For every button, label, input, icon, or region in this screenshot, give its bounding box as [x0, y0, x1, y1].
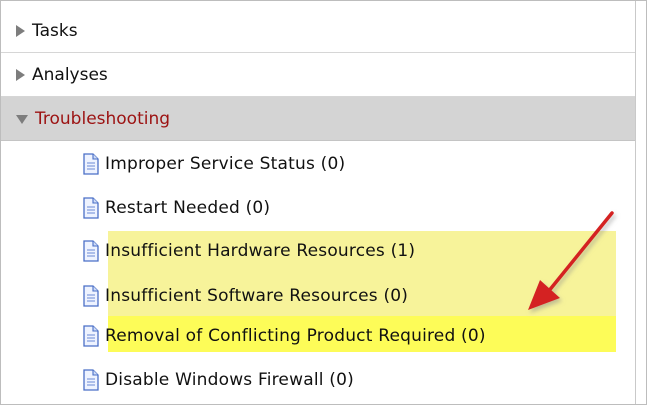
collapse-arrow-icon	[16, 115, 28, 124]
item-label: Disable Windows Firewall (0)	[105, 370, 354, 390]
document-icon	[83, 153, 99, 175]
section-label: Troubleshooting	[35, 108, 171, 129]
item-label: Removal of Conflicting Product Required …	[105, 326, 486, 346]
item-label: Insufficient Hardware Resources (1)	[105, 241, 416, 261]
navigation-panel: Tasks Analyses Troubleshooting Improper …	[0, 0, 647, 405]
panel-divider	[635, 1, 636, 404]
section-tasks[interactable]: Tasks	[1, 9, 635, 53]
list-item-insufficient-software-resources[interactable]: Insufficient Software Resources (0)	[83, 279, 408, 313]
document-icon	[83, 369, 99, 391]
item-label: Restart Needed (0)	[105, 198, 271, 218]
list-item-improper-service-status[interactable]: Improper Service Status (0)	[83, 147, 345, 181]
list-item-disable-windows-firewall[interactable]: Disable Windows Firewall (0)	[83, 363, 354, 397]
section-analyses[interactable]: Analyses	[1, 53, 635, 97]
document-icon	[83, 285, 99, 307]
expand-arrow-icon	[16, 68, 25, 81]
document-icon	[83, 197, 99, 219]
list-item-removal-of-conflicting-product[interactable]: Removal of Conflicting Product Required …	[83, 319, 486, 353]
document-icon	[83, 325, 99, 347]
section-label: Analyses	[32, 64, 108, 85]
expand-arrow-icon	[16, 24, 25, 37]
item-label: Insufficient Software Resources (0)	[105, 286, 409, 306]
document-icon	[83, 240, 99, 262]
list-item-restart-needed[interactable]: Restart Needed (0)	[83, 191, 270, 225]
section-troubleshooting[interactable]: Troubleshooting	[1, 97, 635, 141]
section-label: Tasks	[32, 20, 78, 41]
item-label: Improper Service Status (0)	[105, 154, 346, 174]
list-item-insufficient-hardware-resources[interactable]: Insufficient Hardware Resources (1)	[83, 234, 415, 268]
